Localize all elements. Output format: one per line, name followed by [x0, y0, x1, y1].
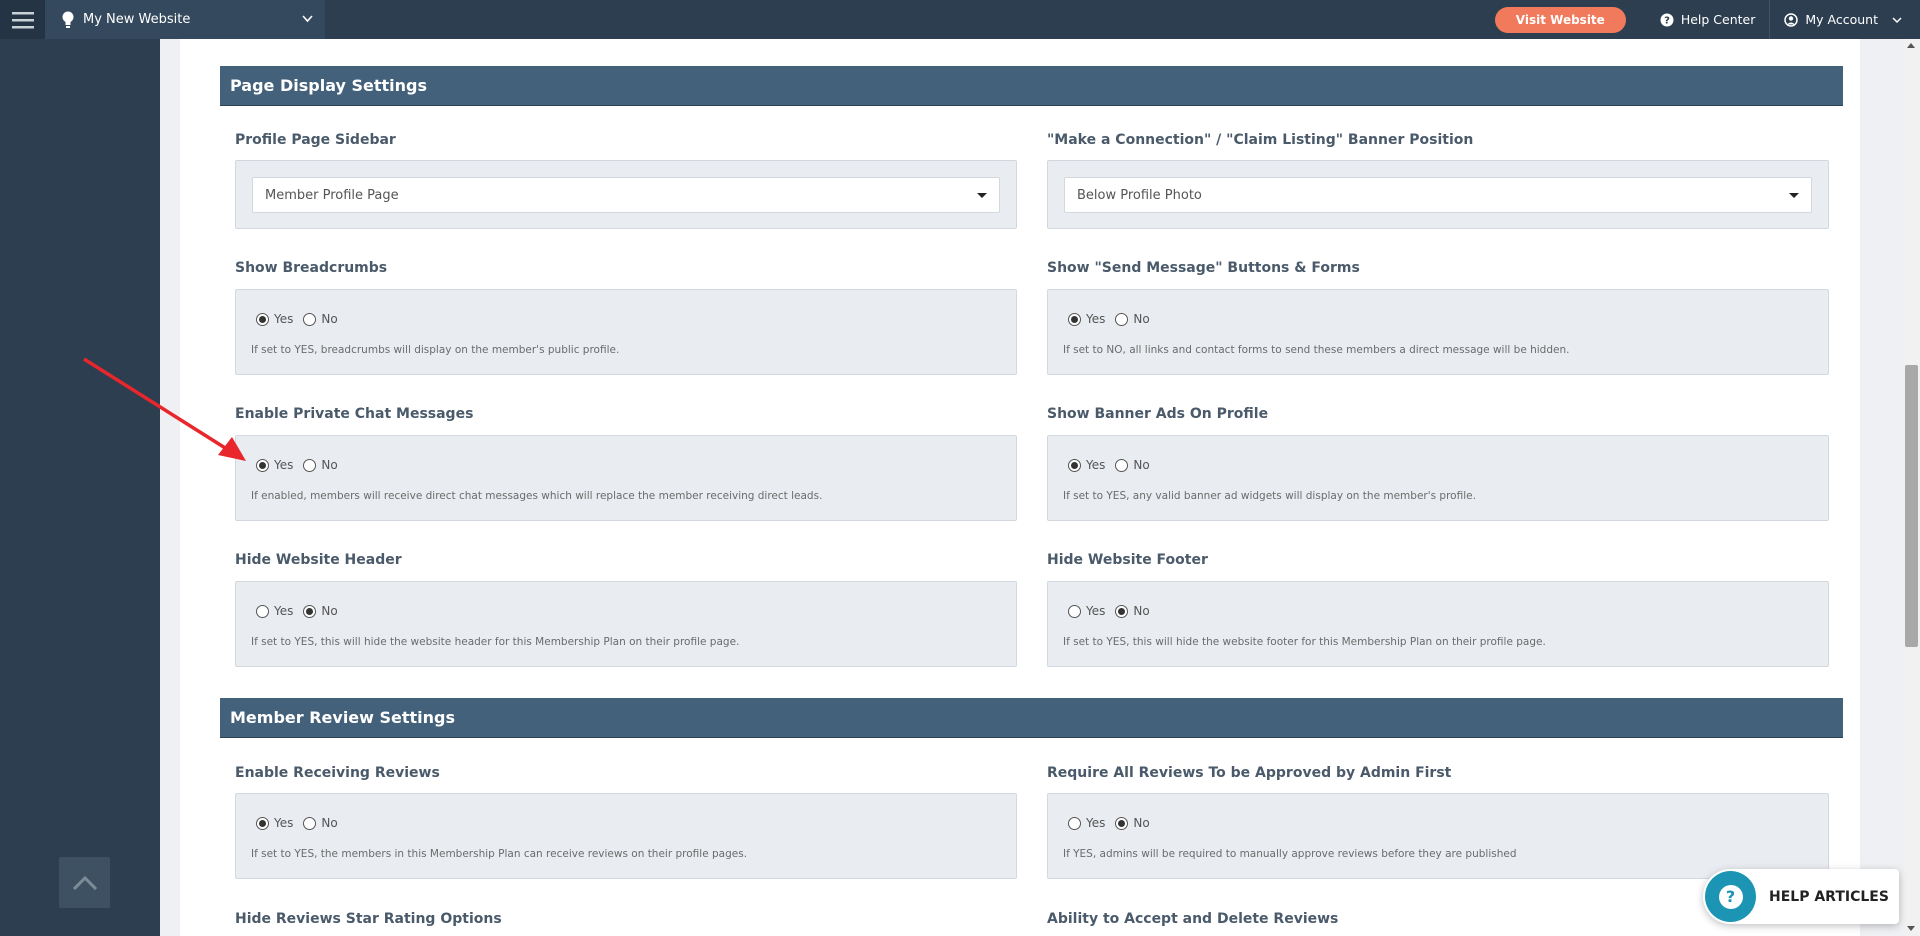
- banner-position-value: Below Profile Photo: [1077, 187, 1202, 203]
- no-label: No: [1133, 604, 1150, 618]
- hide-header-label: Hide Website Header: [235, 552, 402, 568]
- chevron-up-icon: [72, 875, 97, 890]
- no-label: No: [321, 458, 338, 472]
- chevron-down-icon: [302, 15, 313, 23]
- profile-sidebar-box: Member Profile Page: [235, 160, 1017, 229]
- receiving-reviews-no-radio[interactable]: [303, 816, 317, 830]
- private-chat-no-radio[interactable]: [303, 458, 317, 472]
- banner-ads-yes-radio[interactable]: [1068, 458, 1081, 472]
- private-chat-help: If enabled, members will receive direct …: [251, 490, 823, 502]
- website-selector[interactable]: My New Website: [45, 0, 325, 39]
- receiving-reviews-box: Yes No If set to YES, the members in thi…: [235, 793, 1017, 879]
- banner-ads-help: If set to YES, any valid banner ad widge…: [1063, 490, 1476, 502]
- approve-reviews-label: Require All Reviews To be Approved by Ad…: [1047, 765, 1452, 781]
- banner-ads-label: Show Banner Ads On Profile: [1047, 406, 1269, 422]
- section-header-page-display: Page Display Settings: [220, 66, 1843, 106]
- receiving-reviews-label: Enable Receiving Reviews: [235, 765, 440, 781]
- top-bar: My New Website Visit Website ? Help Cent…: [0, 0, 1920, 39]
- banner-ads-no-radio[interactable]: [1115, 458, 1129, 472]
- private-chat-yes-radio[interactable]: [256, 458, 269, 472]
- accept-delete-reviews-label: Ability to Accept and Delete Reviews: [1047, 911, 1339, 927]
- hide-footer-label: Hide Website Footer: [1047, 552, 1208, 568]
- hide-footer-no-radio[interactable]: [1115, 604, 1129, 618]
- yes-label: Yes: [274, 312, 294, 326]
- breadcrumbs-no-radio[interactable]: [303, 312, 317, 326]
- page-scrollbar[interactable]: [1903, 39, 1920, 936]
- hide-header-yes-radio[interactable]: [256, 604, 269, 618]
- hide-footer-help: If set to YES, this will hide the websit…: [1063, 636, 1546, 648]
- hide-header-no-radio[interactable]: [303, 604, 317, 618]
- no-label: No: [1133, 458, 1150, 472]
- section-header-member-review: Member Review Settings: [220, 698, 1843, 738]
- no-label: No: [321, 816, 338, 830]
- hide-footer-yes-radio[interactable]: [1068, 604, 1081, 618]
- hide-header-box: Yes No If set to YES, this will hide the…: [235, 581, 1017, 667]
- question-icon: ?: [1718, 884, 1743, 909]
- visit-website-button[interactable]: Visit Website: [1494, 6, 1626, 33]
- my-account-menu[interactable]: My Account: [1769, 0, 1920, 39]
- hamburger-menu-button[interactable]: [0, 0, 45, 39]
- chevron-down-icon: [1892, 16, 1902, 23]
- scroll-down-arrow-icon[interactable]: [1907, 926, 1915, 931]
- question-circle-icon: ?: [1660, 13, 1674, 26]
- help-center-link[interactable]: ? Help Center: [1646, 0, 1770, 39]
- yes-label: Yes: [274, 816, 294, 830]
- send-message-help: If set to NO, all links and contact form…: [1063, 344, 1570, 356]
- scroll-to-top-button[interactable]: [59, 857, 110, 908]
- user-circle-icon: [1784, 12, 1799, 27]
- breadcrumbs-yes-radio[interactable]: [256, 312, 269, 326]
- svg-text:?: ?: [1664, 15, 1670, 26]
- yes-label: Yes: [1086, 816, 1106, 830]
- help-articles-label: HELP ARTICLES: [1769, 888, 1889, 905]
- receiving-reviews-help: If set to YES, the members in this Membe…: [251, 848, 748, 860]
- banner-position-label: "Make a Connection" / "Claim Listing" Ba…: [1047, 132, 1474, 148]
- yes-label: Yes: [1086, 312, 1106, 326]
- my-account-label: My Account: [1805, 12, 1878, 27]
- help-articles-button[interactable]: ? HELP ARTICLES: [1703, 869, 1899, 924]
- help-articles-icon-circle: ?: [1705, 871, 1756, 922]
- send-message-no-radio[interactable]: [1115, 312, 1129, 326]
- scroll-up-arrow-icon[interactable]: [1907, 43, 1915, 48]
- profile-sidebar-label: Profile Page Sidebar: [235, 132, 396, 148]
- breadcrumbs-help: If set to YES, breadcrumbs will display …: [251, 344, 620, 356]
- yes-label: Yes: [1086, 458, 1106, 472]
- caret-down-icon: [977, 193, 987, 198]
- hide-footer-box: Yes No If set to YES, this will hide the…: [1047, 581, 1829, 667]
- approve-reviews-no-radio[interactable]: [1115, 816, 1129, 830]
- send-message-box: Yes No If set to NO, all links and conta…: [1047, 289, 1829, 375]
- caret-down-icon: [1789, 193, 1799, 198]
- yes-label: Yes: [274, 458, 294, 472]
- private-chat-label: Enable Private Chat Messages: [235, 406, 474, 422]
- banner-position-box: Below Profile Photo: [1047, 160, 1829, 229]
- no-label: No: [321, 312, 338, 326]
- receiving-reviews-yes-radio[interactable]: [256, 816, 269, 830]
- hamburger-icon: [11, 11, 34, 28]
- private-chat-box: Yes No If enabled, members will receive …: [235, 435, 1017, 521]
- banner-position-select[interactable]: Below Profile Photo: [1064, 177, 1812, 213]
- profile-sidebar-select[interactable]: Member Profile Page: [252, 177, 1000, 213]
- left-sidebar: [0, 39, 160, 936]
- breadcrumbs-box: Yes No If set to YES, breadcrumbs will d…: [235, 289, 1017, 375]
- help-center-label: Help Center: [1680, 12, 1756, 27]
- website-name: My New Website: [83, 12, 191, 27]
- yes-label: Yes: [1086, 604, 1106, 618]
- breadcrumbs-label: Show Breadcrumbs: [235, 260, 388, 276]
- hide-header-help: If set to YES, this will hide the websit…: [251, 636, 740, 648]
- approve-reviews-help: If YES, admins will be required to manua…: [1063, 848, 1517, 860]
- approve-reviews-box: Yes No If YES, admins will be required t…: [1047, 793, 1829, 879]
- lightbulb-icon: [62, 11, 74, 28]
- send-message-yes-radio[interactable]: [1068, 312, 1081, 326]
- scrollbar-thumb[interactable]: [1905, 365, 1918, 647]
- send-message-label: Show "Send Message" Buttons & Forms: [1047, 260, 1360, 276]
- hide-star-rating-label: Hide Reviews Star Rating Options: [235, 911, 502, 927]
- profile-sidebar-value: Member Profile Page: [265, 187, 399, 203]
- approve-reviews-yes-radio[interactable]: [1068, 816, 1081, 830]
- no-label: No: [1133, 816, 1150, 830]
- no-label: No: [1133, 312, 1150, 326]
- banner-ads-box: Yes No If set to YES, any valid banner a…: [1047, 435, 1829, 521]
- no-label: No: [321, 604, 338, 618]
- yes-label: Yes: [274, 604, 294, 618]
